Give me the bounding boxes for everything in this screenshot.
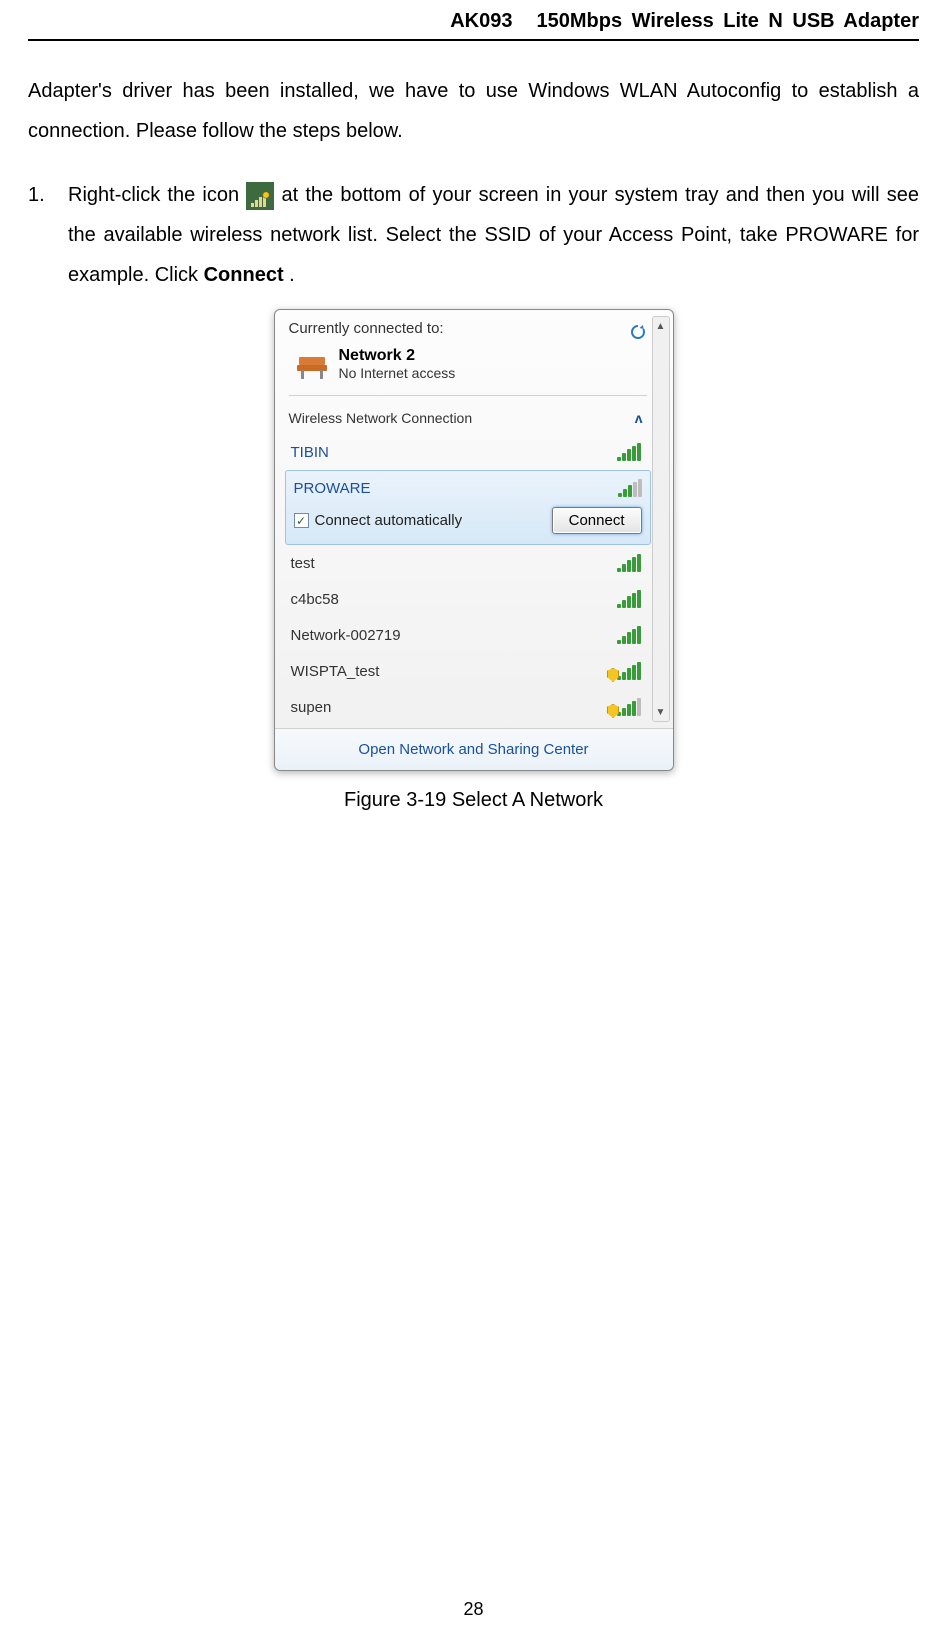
- network-item-supen[interactable]: supen: [289, 689, 647, 720]
- signal-icon: [617, 443, 641, 461]
- connect-auto-label: Connect automatically: [315, 512, 463, 529]
- signal-icon: [617, 590, 641, 608]
- current-network-name: Network 2: [339, 347, 456, 365]
- page-header: AK093 150Mbps Wireless Lite N USB Adapte…: [28, 0, 919, 41]
- checkbox-icon: ✓: [294, 513, 309, 528]
- intro-paragraph: Adapter's driver has been installed, we …: [28, 71, 919, 151]
- signal-icon: [617, 698, 641, 716]
- scroll-down-icon[interactable]: ▼: [653, 703, 669, 721]
- divider: [289, 395, 647, 396]
- network-item-network002719[interactable]: Network-002719: [289, 617, 647, 653]
- scroll-up-icon[interactable]: ▲: [653, 317, 669, 335]
- step-pre: Right-click the icon: [68, 184, 246, 206]
- connect-automatically-checkbox[interactable]: ✓ Connect automatically: [294, 512, 463, 529]
- wifi-popup: ▲ ▼ Currently connected to:: [274, 309, 674, 771]
- scrollbar[interactable]: ▲ ▼: [652, 316, 670, 722]
- systray-wireless-icon: [246, 182, 274, 210]
- signal-icon: [617, 554, 641, 572]
- figure-container: ▲ ▼ Currently connected to:: [28, 309, 919, 771]
- refresh-icon[interactable]: [629, 323, 647, 341]
- ssid-label: TIBIN: [291, 444, 329, 461]
- step-1: 1. Right-click the icon at the bottom of…: [28, 175, 919, 295]
- header-model: AK093: [450, 10, 512, 33]
- header-title: 150Mbps Wireless Lite N USB Adapter: [536, 10, 919, 33]
- ssid-label: PROWARE: [294, 480, 371, 497]
- connect-button[interactable]: Connect: [552, 507, 642, 534]
- ssid-label: supen: [291, 699, 332, 716]
- footer-link-text: Open Network and Sharing Center: [358, 741, 588, 758]
- chevron-up-icon: ʌ: [635, 410, 643, 426]
- current-network-status: No Internet access: [339, 365, 456, 381]
- currently-connected-label: Currently connected to:: [289, 320, 444, 337]
- step-number: 1.: [28, 175, 68, 295]
- ssid-label: Network-002719: [291, 627, 401, 644]
- current-network-row: Network 2 No Internet access: [289, 343, 647, 391]
- ssid-label: WISPTA_test: [291, 663, 380, 680]
- selected-network-block: PROWARE ✓ Connect automatically Connect: [285, 470, 651, 545]
- page-number: 28: [0, 1599, 947, 1620]
- signal-icon: [617, 662, 641, 680]
- network-item-proware[interactable]: PROWARE: [294, 471, 642, 503]
- ssid-label: test: [291, 555, 315, 572]
- ssid-label: c4bc58: [291, 591, 339, 608]
- step-bold: Connect: [204, 264, 284, 286]
- network-item-c4bc58[interactable]: c4bc58: [289, 581, 647, 617]
- network-item-wispta[interactable]: WISPTA_test: [289, 653, 647, 689]
- wireless-connection-header[interactable]: Wireless Network Connection ʌ: [289, 400, 647, 434]
- wireless-connection-label: Wireless Network Connection: [289, 410, 473, 426]
- figure-caption: Figure 3-19 Select A Network: [28, 789, 919, 812]
- open-network-center-link[interactable]: Open Network and Sharing Center: [275, 728, 673, 770]
- network-item-test[interactable]: test: [289, 545, 647, 581]
- step-post2: .: [289, 264, 295, 286]
- network-item-tibin[interactable]: TIBIN: [289, 434, 647, 470]
- signal-icon: [617, 626, 641, 644]
- signal-icon: [618, 479, 642, 497]
- step-text: Right-click the icon at the bottom of yo…: [68, 175, 919, 295]
- bench-icon: [295, 349, 329, 379]
